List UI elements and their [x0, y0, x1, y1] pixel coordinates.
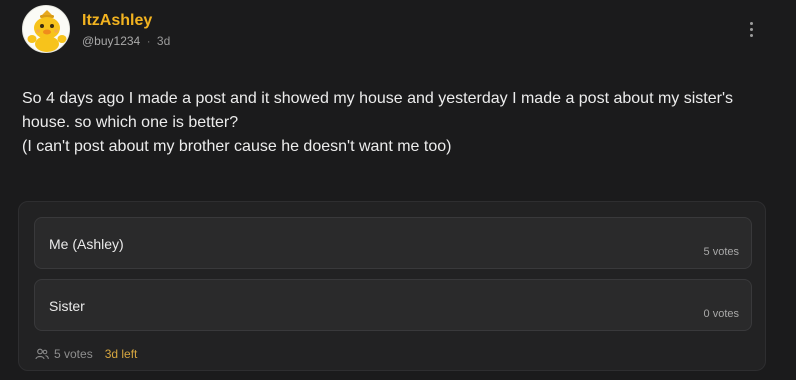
post-text-line: So 4 days ago I made a post and it showe…	[22, 90, 734, 131]
duck-avatar-icon	[24, 7, 69, 52]
more-options-icon[interactable]	[748, 22, 754, 40]
meta-separator: ·	[146, 34, 151, 48]
poll-option-label: Me (Ashley)	[49, 236, 124, 252]
post-age: 3d	[156, 34, 171, 48]
author-handle[interactable]: @buy1234	[82, 34, 140, 48]
post-text-line: (I can't post about my brother cause he …	[22, 138, 452, 155]
author-meta: @buy1234 · 3d	[82, 34, 170, 48]
poll-option-votes: 0 votes	[703, 308, 739, 320]
people-icon	[35, 348, 49, 360]
post-header: ItzAshley @buy1234 · 3d	[22, 5, 774, 55]
poll-card: Me (Ashley) 5 votes Sister 0 votes 5 vot…	[18, 201, 766, 371]
poll-total-votes: 5 votes	[54, 347, 93, 361]
poll-option-me-ashley[interactable]: Me (Ashley) 5 votes	[34, 217, 752, 269]
poll-option-votes: 5 votes	[703, 246, 739, 258]
poll-footer: 5 votes 3d left	[35, 347, 137, 361]
avatar[interactable]	[22, 5, 70, 53]
poll-option-sister[interactable]: Sister 0 votes	[34, 279, 752, 331]
author-name[interactable]: ItzAshley	[82, 12, 152, 30]
poll-time-left: 3d left	[104, 347, 138, 361]
poll-option-label: Sister	[49, 298, 85, 314]
post-text: So 4 days ago I made a post and it showe…	[22, 87, 742, 159]
